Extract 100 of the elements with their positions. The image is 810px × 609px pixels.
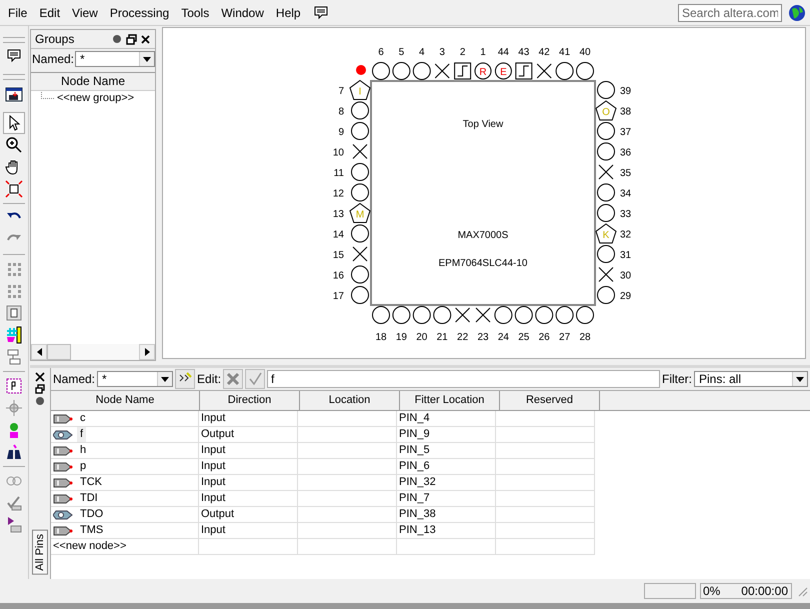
no-connect-pin[interactable]	[598, 267, 614, 282]
restore-icon[interactable]	[35, 384, 45, 394]
fitter-location-cell: PIN_4	[397, 411, 496, 427]
unused-pin[interactable]	[597, 245, 615, 263]
unused-pin[interactable]	[433, 306, 452, 324]
unused-pin[interactable]	[392, 62, 410, 80]
window-icon[interactable]	[5, 86, 23, 104]
scroll-left-icon[interactable]	[36, 348, 42, 356]
unused-pin[interactable]	[351, 286, 369, 304]
new-node-row[interactable]: <<new node>>	[53, 539, 126, 554]
unused-pin[interactable]	[597, 286, 615, 304]
pointer-icon[interactable]	[3, 112, 25, 134]
globe-icon[interactable]	[788, 4, 806, 22]
unused-pin[interactable]	[392, 306, 410, 324]
named-label: Named:	[53, 372, 96, 386]
unused-pin[interactable]	[372, 306, 390, 324]
unused-pin[interactable]	[597, 142, 615, 160]
menu-item[interactable]: File	[2, 6, 34, 20]
node-name[interactable]: TMS	[77, 523, 106, 538]
no-connect-pin[interactable]	[352, 144, 368, 159]
column-header[interactable]: Direction	[200, 391, 300, 410]
unused-pin[interactable]	[576, 306, 594, 324]
named-dropdown[interactable]: *	[97, 371, 174, 387]
cancel-button[interactable]	[223, 369, 244, 389]
pin-number: 5	[398, 47, 404, 58]
node-name[interactable]: c	[77, 411, 88, 426]
restore-icon[interactable]	[126, 34, 137, 44]
unused-pin[interactable]	[412, 62, 431, 80]
close-icon[interactable]	[35, 372, 45, 382]
pin-number: 20	[416, 332, 428, 343]
unused-pin[interactable]	[351, 184, 369, 202]
unused-pin[interactable]	[597, 184, 615, 202]
no-connect-pin[interactable]	[598, 164, 614, 180]
pin-number: 17	[332, 291, 344, 302]
panel-title: Groups	[35, 32, 76, 46]
column-header[interactable]: Node Name	[31, 73, 155, 91]
unused-pin[interactable]	[372, 62, 390, 80]
node-name[interactable]: TCK	[77, 475, 105, 490]
node-name[interactable]: TDO	[77, 507, 106, 522]
pin-number: 25	[518, 332, 530, 343]
close-icon[interactable]	[140, 34, 151, 44]
column-header[interactable]: Location	[300, 391, 400, 410]
scroll-right-icon[interactable]	[144, 348, 150, 356]
no-connect-pin[interactable]	[434, 64, 450, 78]
speech-bubble-icon[interactable]	[6, 49, 22, 63]
unused-pin[interactable]	[494, 306, 512, 324]
column-header[interactable]: Node Name	[51, 391, 200, 410]
menu-item[interactable]: View	[66, 6, 104, 20]
column-header[interactable]: Fitter Location	[400, 391, 500, 410]
menu-item[interactable]: Processing	[104, 6, 176, 20]
tree-item[interactable]: <<new group>>	[57, 92, 134, 104]
side-tab[interactable]: All Pins	[32, 530, 48, 575]
unused-pin[interactable]	[556, 306, 574, 324]
clock-pin[interactable]	[515, 62, 532, 80]
filter-label: Filter:	[662, 372, 692, 386]
unused-pin[interactable]	[412, 306, 431, 324]
unused-pin[interactable]	[597, 204, 615, 222]
unused-pin[interactable]	[351, 224, 369, 242]
edit-field[interactable]: f	[267, 370, 660, 388]
no-connect-pin[interactable]	[476, 308, 490, 322]
unused-pin[interactable]	[597, 122, 615, 140]
node-name[interactable]: p	[77, 459, 90, 474]
named-dropdown[interactable]: *	[75, 51, 155, 67]
menu-item[interactable]: Help	[270, 6, 307, 20]
wand-button[interactable]	[175, 369, 196, 389]
resize-grip-icon[interactable]	[796, 585, 808, 597]
lettered-pin[interactable]: E	[494, 62, 512, 80]
pin-icon[interactable]	[35, 396, 45, 406]
pin-number: 29	[620, 291, 632, 302]
direction-cell: Input	[199, 475, 298, 491]
menu-item[interactable]: Edit	[33, 6, 66, 20]
column-header[interactable]: Reserved	[500, 391, 600, 410]
no-connect-pin[interactable]	[536, 64, 552, 78]
no-connect-pin[interactable]	[455, 308, 470, 322]
unused-pin[interactable]	[351, 122, 369, 140]
unused-pin[interactable]	[351, 163, 369, 181]
unused-pin[interactable]	[351, 102, 369, 120]
speech-bubble-icon[interactable]	[312, 6, 329, 20]
horizontal-scrollbar[interactable]	[31, 344, 155, 360]
unused-pin[interactable]	[351, 266, 369, 284]
direction-cell: Output	[199, 507, 298, 523]
menu-item[interactable]: Tools	[175, 6, 216, 20]
unused-pin[interactable]	[556, 62, 574, 80]
filter-dropdown[interactable]: Pins: all	[694, 371, 808, 387]
lettered-pin[interactable]: R	[474, 62, 492, 80]
elapsed-time: 00:00:00	[741, 584, 788, 598]
pin-number: 4	[419, 47, 425, 58]
unused-pin[interactable]	[597, 81, 615, 99]
node-name[interactable]: f	[77, 427, 86, 442]
no-connect-pin[interactable]	[352, 246, 368, 262]
menu-item[interactable]: Window	[215, 6, 270, 20]
unused-pin[interactable]	[576, 62, 594, 80]
unused-pin[interactable]	[514, 306, 533, 324]
pin-icon[interactable]	[112, 34, 123, 44]
node-name[interactable]: h	[77, 443, 90, 458]
unused-pin[interactable]	[535, 306, 554, 324]
node-name[interactable]: TDI	[77, 491, 101, 506]
pin-number: 12	[332, 188, 344, 200]
fit-icon[interactable]	[3, 178, 25, 200]
clock-pin[interactable]	[454, 62, 472, 80]
